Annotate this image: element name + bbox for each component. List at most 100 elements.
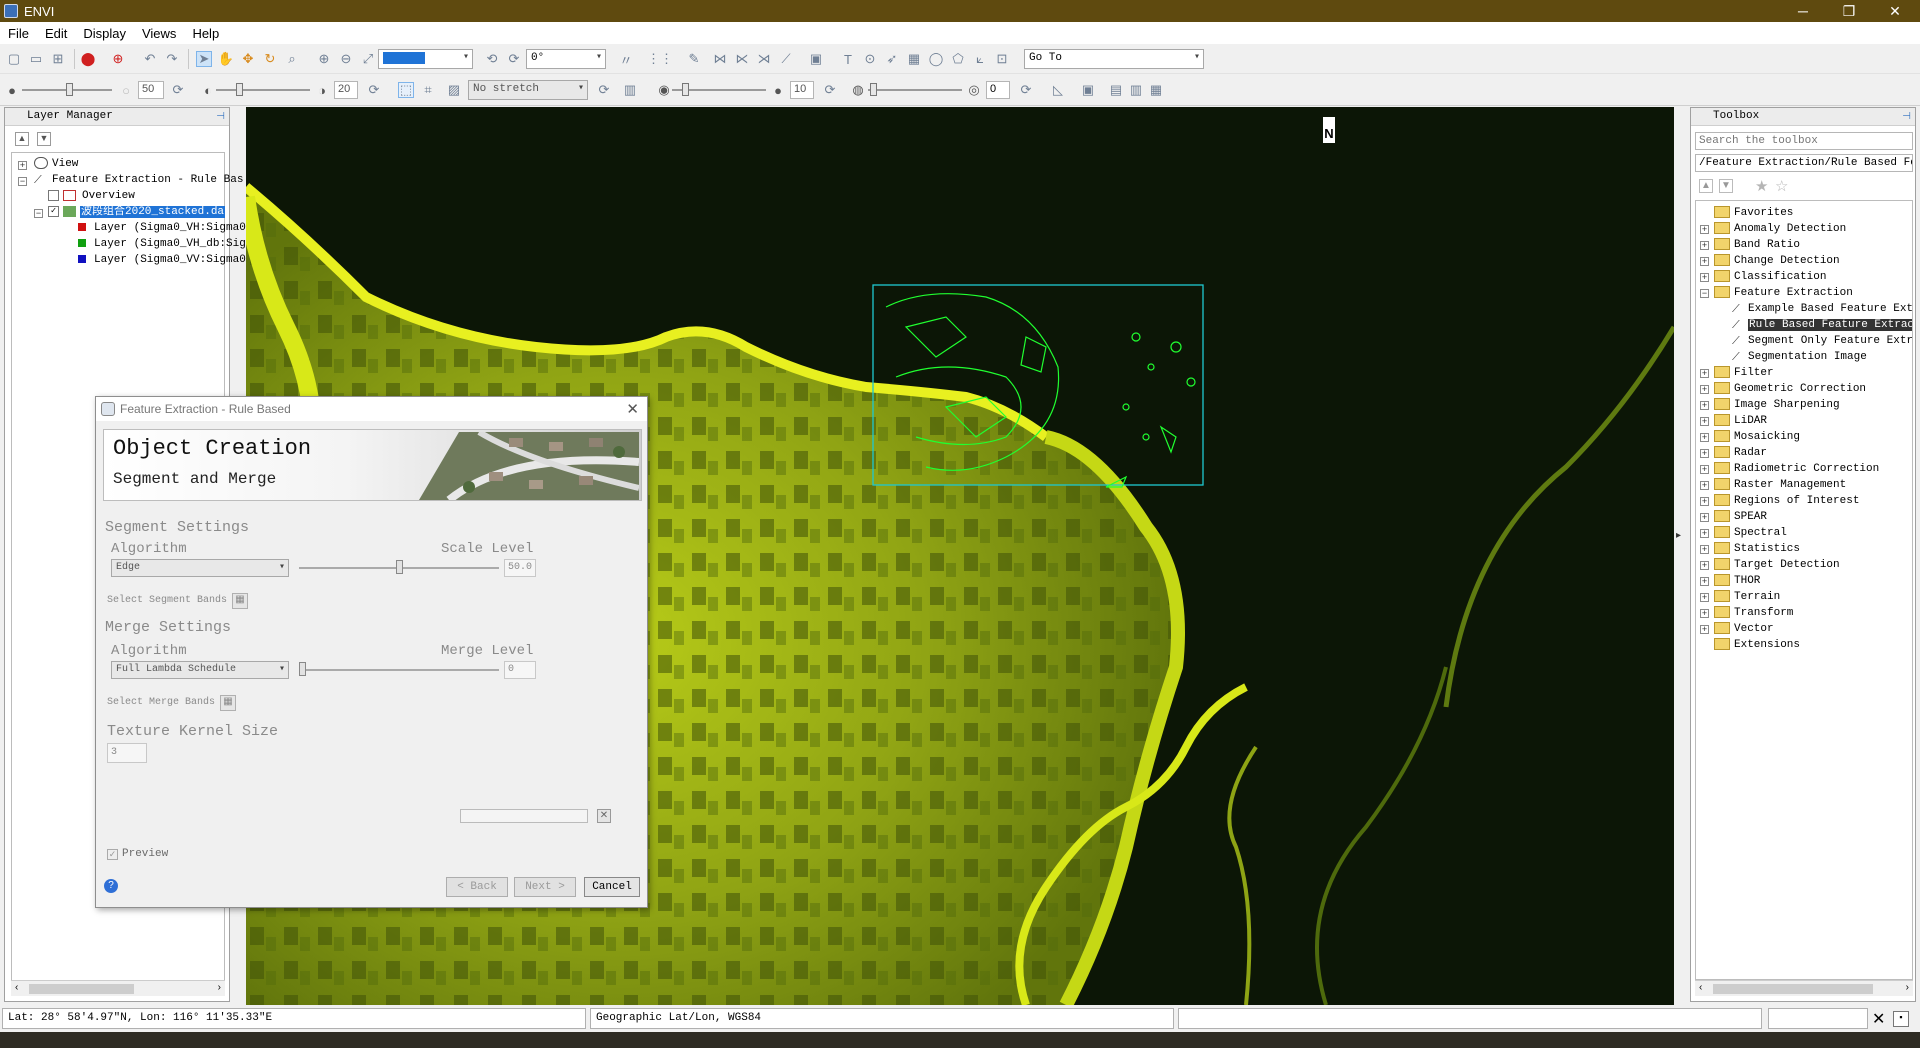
toolbox-expand-icon[interactable]: + [1700,513,1709,522]
menu-display[interactable]: Display [75,26,134,41]
preview-checkbox[interactable]: ✓ [107,849,118,860]
toolbox-expand-icon[interactable]: + [1700,417,1709,426]
toolbox-expand-icon[interactable]: + [1700,241,1709,250]
status-resize-icon[interactable]: ▪ [1893,1011,1909,1027]
minimize-button[interactable]: ─ [1780,0,1826,22]
toolbox-item[interactable]: Raster Management [1714,477,1846,493]
toolbox-item[interactable]: Band Ratio [1714,237,1800,253]
toolbox-expand-icon[interactable]: + [1700,545,1709,554]
symbol-icon[interactable]: ⊙ [862,51,878,67]
zoom-out-icon[interactable]: ⊖ [338,51,354,67]
toolbox-expand-icon[interactable]: + [1700,369,1709,378]
redo-icon[interactable]: ↷ [164,51,180,67]
toolbox-item[interactable]: Filter [1714,365,1774,381]
toolbox-expand-icon[interactable]: + [1700,401,1709,410]
tree-band-blue[interactable]: Layer (Sigma0_VV:Sigma0 [78,252,246,268]
cancel-progress-icon[interactable]: ✕ [597,809,611,823]
move-down-icon[interactable]: ▼ [37,132,51,146]
text-icon[interactable]: T [840,51,856,67]
transparency-thumb[interactable] [870,83,877,96]
reset-transparency-icon[interactable]: ⟳ [1018,82,1034,98]
new-file-icon[interactable]: ▭ [28,51,44,67]
favorite-star-icon[interactable]: ★ [1755,177,1768,195]
unfavorite-star-icon[interactable]: ☆ [1775,177,1788,195]
toolbox-expand-icon[interactable]: + [1700,497,1709,506]
toolbox-item[interactable]: ⟋ Segmentation Image [1732,349,1867,365]
stretch-type-icon[interactable]: ▨ [446,82,462,98]
stretch-icon[interactable]: 〃 [618,51,634,68]
toolbox-item[interactable]: Regions of Interest [1714,493,1859,509]
menu-file[interactable]: File [0,26,37,41]
scale-level-thumb[interactable] [396,560,403,574]
pin-panel-icon[interactable]: ⊣ [216,111,225,122]
help-icon[interactable]: ? [104,879,118,893]
vertex-icon[interactable]: ⋈ [712,51,728,67]
polygon-annot-icon[interactable]: ⬠ [950,51,966,67]
rotation-combo[interactable]: 0° ▾ [526,49,606,69]
overview-checkbox[interactable] [48,189,59,201]
toolbox-expand-icon[interactable]: + [1700,273,1709,282]
toolbox-item[interactable]: LiDAR [1714,413,1767,429]
texture-kernel-input[interactable]: 3 [107,743,147,763]
move-up-icon[interactable]: ▲ [15,132,29,146]
merge-level-input[interactable]: 0 [504,661,536,679]
rotate-icon[interactable]: ↻ [262,51,278,67]
toolbox-expand-icon[interactable]: + [1700,481,1709,490]
select-merge-bands-icon[interactable]: ▦ [220,695,236,711]
pan-hand-icon[interactable]: ✋ [218,51,234,67]
reset-contrast-icon[interactable]: ⟳ [366,82,382,98]
fly-icon[interactable]: ✥ [240,51,256,67]
stretch-combo[interactable]: No stretch ▾ [468,80,588,100]
reset-sharpen-icon[interactable]: ⟳ [822,82,838,98]
merge-level-thumb[interactable] [299,662,306,676]
annotation-icon[interactable]: ⟋ [778,51,794,67]
toolbox-expand-icon[interactable]: + [1700,449,1709,458]
layout-2-icon[interactable]: ▥ [1128,82,1144,98]
tree-feature-extraction[interactable]: ⟋ Feature Extraction - Rule Bas [34,172,243,188]
zoom-combo[interactable]: ▾ [378,49,473,69]
raster-checkbox[interactable]: ✓ [48,205,59,217]
crosshair-icon[interactable]: ⊕ [110,51,126,67]
toolbox-item[interactable]: Transform [1714,605,1793,621]
toolbox-item[interactable]: Classification [1714,269,1826,285]
ellipse-annot-icon[interactable]: ◯ [928,51,944,67]
stretch-view-icon[interactable]: ⌗ [420,82,436,98]
toolbox-expand-icon[interactable]: + [1700,257,1709,266]
toolbox-item[interactable]: Anomaly Detection [1714,221,1846,237]
toolbox-expand-icon[interactable]: + [1700,593,1709,602]
chip-view-icon[interactable]: ⊞ [50,51,66,67]
toolbox-expand-icon[interactable]: + [1700,529,1709,538]
brightness-thumb[interactable] [66,83,73,96]
toolbox-item[interactable]: Extensions [1714,637,1800,653]
rotate-left-icon[interactable]: ⟲ [484,51,500,67]
tree-raster-layer[interactable]: ✓ 波段组合2020_stacked.da [48,204,226,220]
vector-edit-icon[interactable]: ✎ [686,51,702,67]
scale-level-input[interactable]: 50.0 [504,559,536,577]
collapse-feature-icon[interactable]: − [18,177,27,186]
toolbox-expand-icon[interactable]: + [1700,625,1709,634]
contrast-thumb[interactable] [236,83,243,96]
toolbox-item[interactable]: Statistics [1714,541,1800,557]
tree-overview[interactable]: Overview [48,188,135,204]
zoom-fit-icon[interactable]: ⤢ [360,51,376,67]
toolbox-item[interactable]: SPEAR [1714,509,1767,525]
layout-3-icon[interactable]: ▦ [1148,82,1164,98]
animation-icon[interactable]: ⋮⋮ [647,51,673,67]
toolbox-up-icon[interactable]: ▲ [1699,179,1713,193]
transparency-slider[interactable] [868,89,962,91]
back-button[interactable]: < Back [446,877,508,897]
menu-help[interactable]: Help [184,26,227,41]
next-button[interactable]: Next > [514,877,576,897]
toolbox-item[interactable]: ⟋ Example Based Feature Extr [1732,301,1912,317]
tree-band-red[interactable]: Layer (Sigma0_VH:Sigma0 [78,220,246,236]
toolbox-item[interactable]: Radar [1714,445,1767,461]
undo-icon[interactable]: ↶ [142,51,158,67]
close-window-button[interactable]: ✕ [1872,0,1918,22]
toolbox-item[interactable]: ⟋ Segment Only Feature Extra [1732,333,1912,349]
menu-edit[interactable]: Edit [37,26,75,41]
collapse-raster-icon[interactable]: − [34,209,43,218]
segment-algorithm-select[interactable]: Edge ▾ [111,559,289,577]
brightness-value[interactable]: 50 [138,81,164,99]
tree-band-green[interactable]: Layer (Sigma0_VH_db:Sig [78,236,246,252]
toolbox-expand-icon[interactable]: + [1700,561,1709,570]
